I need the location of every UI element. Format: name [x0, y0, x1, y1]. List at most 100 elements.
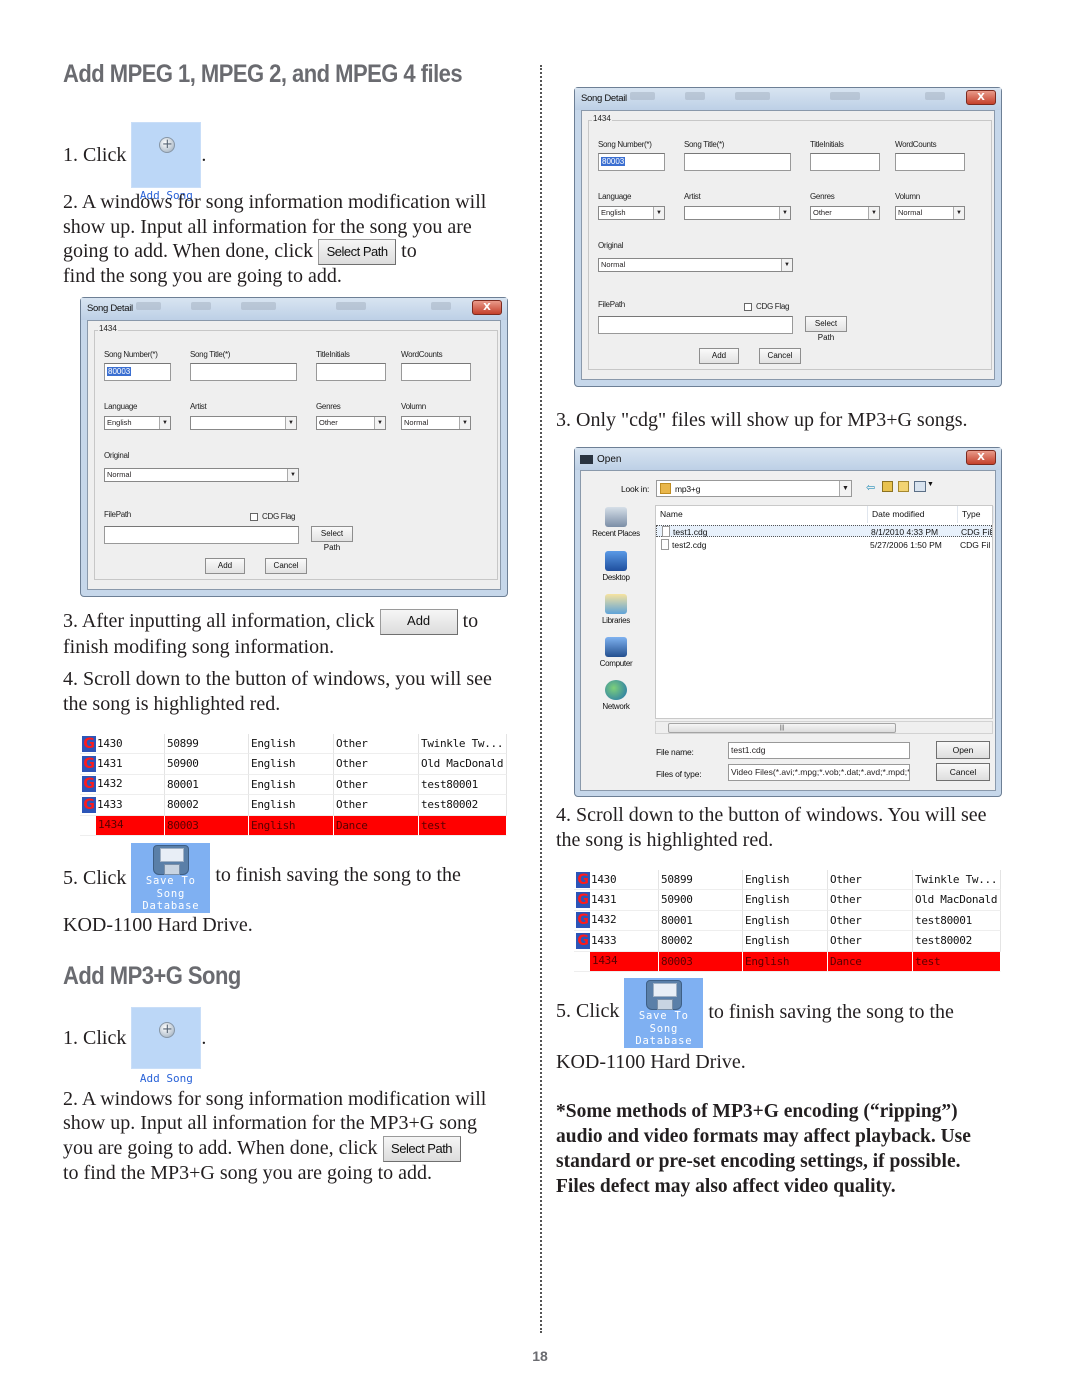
- title-initials-input[interactable]: [810, 153, 880, 171]
- word-counts-input[interactable]: [401, 363, 471, 381]
- song-title-input[interactable]: [684, 153, 791, 171]
- artist-select[interactable]: ▼: [190, 416, 297, 430]
- cdg-flag-checkbox[interactable]: [250, 513, 258, 521]
- table-row[interactable]: G 1431 50900 English Other Old MacDonald: [574, 890, 1004, 911]
- close-button[interactable]: X: [472, 300, 502, 315]
- table-row[interactable]: G 1432 80001 English Other test80001: [574, 910, 1004, 932]
- table-row[interactable]: 1434 80003 English Dance test: [80, 815, 510, 836]
- dialog-cancel-button[interactable]: Cancel: [265, 558, 307, 574]
- open-file-dialog: Open X Look in: mp3+g ▼ ⇦ ▼ Recent Place…: [574, 447, 1002, 797]
- cell-language: English: [249, 774, 334, 796]
- cell-title: test80002: [419, 795, 507, 816]
- up-folder-icon[interactable]: [882, 481, 893, 492]
- dialog-titlebar: Open X: [575, 448, 1001, 470]
- volumn-select[interactable]: Normal ▼: [401, 416, 471, 430]
- dialog-titlebar: Song Detail X: [575, 88, 1001, 110]
- cell-language: English: [249, 815, 334, 836]
- add-song-button[interactable]: + Add Song: [131, 122, 202, 202]
- select-path-button[interactable]: Select Path: [318, 239, 397, 266]
- files-of-type-select[interactable]: Video Files(*.avi;*.mpg;*.vob;*.dat;*.av…: [728, 764, 910, 781]
- language-select[interactable]: English ▼: [104, 416, 171, 430]
- add-song-button-mp3g[interactable]: + Add Song: [131, 1007, 202, 1085]
- new-folder-icon[interactable]: [898, 481, 909, 492]
- original-select[interactable]: Normal ▼: [104, 468, 299, 482]
- scrollbar-thumb[interactable]: |||: [668, 723, 896, 733]
- cell-number: 80001: [165, 774, 249, 796]
- chevron-down-icon: ▼: [374, 417, 385, 429]
- group-legend: 1434: [98, 324, 118, 333]
- libraries-icon: [605, 594, 627, 614]
- mp3g-song-icon: G: [576, 892, 590, 909]
- add-button[interactable]: Add: [379, 609, 458, 636]
- volumn-select[interactable]: Normal ▼: [895, 206, 965, 220]
- step5-mp3g: 5. Click Save To Song Database to finish s…: [556, 976, 954, 1048]
- cell-title: Twinkle Tw...: [419, 734, 507, 755]
- file-list: Name Date modified Type test1.cdg 8/1/20…: [655, 505, 994, 719]
- horizontal-scrollbar[interactable]: |||: [655, 721, 993, 734]
- cell-id: G 1430: [574, 870, 659, 891]
- step2-mpeg-line2: show up. Input all information for the s…: [63, 216, 472, 238]
- group-legend: 1434: [592, 114, 612, 123]
- back-icon[interactable]: ⇦: [866, 481, 875, 494]
- artist-select[interactable]: ▼: [684, 206, 791, 220]
- word-counts-input[interactable]: [895, 153, 965, 171]
- table-row[interactable]: G 1430 50899 English Other Twinkle Tw...: [80, 734, 510, 755]
- cell-title: Twinkle Tw...: [913, 870, 1001, 891]
- place-recent-places[interactable]: Recent Places: [581, 507, 651, 538]
- recent-places-icon: [605, 507, 627, 527]
- place-computer[interactable]: Computer: [581, 637, 651, 668]
- close-button[interactable]: X: [966, 90, 996, 105]
- cell-genre: Other: [828, 870, 913, 891]
- view-menu-icon[interactable]: [914, 481, 926, 492]
- column-header-name[interactable]: Name: [656, 506, 868, 523]
- filepath-input[interactable]: [104, 526, 299, 544]
- chevron-down-icon: ▼: [459, 417, 470, 429]
- save-to-database-button-mp3g[interactable]: Save To Song Database: [624, 978, 704, 1048]
- filepath-input[interactable]: [598, 316, 793, 334]
- cdg-flag-checkbox[interactable]: [744, 303, 752, 311]
- dialog-select-path-button[interactable]: Select Path: [805, 316, 847, 342]
- table-row[interactable]: G 1431 50900 English Other Old MacDonald: [80, 754, 510, 775]
- song-number-input[interactable]: 80003: [104, 363, 171, 381]
- step5-mpeg-line2: KOD-1100 Hard Drive.: [63, 914, 253, 936]
- chevron-down-icon: ▼: [287, 469, 298, 481]
- cell-id: 1434: [80, 815, 165, 836]
- chevron-down-icon: ▼: [868, 207, 879, 219]
- song-number-input[interactable]: 80003: [598, 153, 665, 171]
- column-header-type[interactable]: Type: [958, 506, 994, 523]
- title-initials-input[interactable]: [316, 363, 386, 381]
- column-header-date[interactable]: Date modified: [868, 506, 958, 523]
- page-number: 18: [532, 1348, 548, 1364]
- dialog-add-button[interactable]: Add: [699, 348, 739, 364]
- table-row[interactable]: G 1433 80002 English Other test80002: [80, 795, 510, 816]
- cell-number: 80002: [659, 931, 743, 952]
- file-name-input[interactable]: test1.cdg: [728, 742, 910, 759]
- original-select[interactable]: Normal ▼: [598, 258, 793, 272]
- open-button[interactable]: Open: [936, 741, 990, 759]
- table-row[interactable]: 1434 80003 English Dance test: [574, 951, 1004, 972]
- save-to-database-button[interactable]: Save To Song Database: [131, 843, 211, 913]
- chevron-down-icon: ▼: [653, 207, 664, 219]
- place-desktop[interactable]: Desktop: [581, 551, 651, 582]
- place-libraries[interactable]: Libraries: [581, 594, 651, 625]
- place-network[interactable]: Network: [581, 680, 651, 711]
- chevron-down-icon: ▼: [779, 207, 790, 219]
- table-row[interactable]: G 1430 50899 English Other Twinkle Tw...: [574, 870, 1004, 891]
- song-title-input[interactable]: [190, 363, 297, 381]
- look-in-select[interactable]: mp3+g ▼: [656, 480, 852, 497]
- language-select[interactable]: English ▼: [598, 206, 665, 220]
- genres-select[interactable]: Other ▼: [316, 416, 386, 430]
- dialog-add-button[interactable]: Add: [205, 558, 245, 574]
- table-row[interactable]: G 1433 80002 English Other test80002: [574, 931, 1004, 952]
- dialog-cancel-button[interactable]: Cancel: [759, 348, 801, 364]
- close-button[interactable]: X: [966, 450, 996, 465]
- step3-mpeg-line2: finish modifing song information.: [63, 636, 335, 658]
- genres-select[interactable]: Other ▼: [810, 206, 880, 220]
- dialog-select-path-button[interactable]: Select Path: [311, 526, 353, 552]
- file-row[interactable]: test2.cdg 5/27/2006 1:50 PM CDG Fil: [656, 539, 992, 551]
- cancel-button[interactable]: Cancel: [936, 763, 990, 781]
- table-row[interactable]: G 1432 80001 English Other test80001: [80, 774, 510, 796]
- file-row[interactable]: test1.cdg 8/1/2010 4:33 PM CDG Fil: [656, 525, 992, 537]
- select-path-button-mp3g[interactable]: Select Path: [382, 1136, 461, 1163]
- cell-title: test80001: [419, 774, 507, 796]
